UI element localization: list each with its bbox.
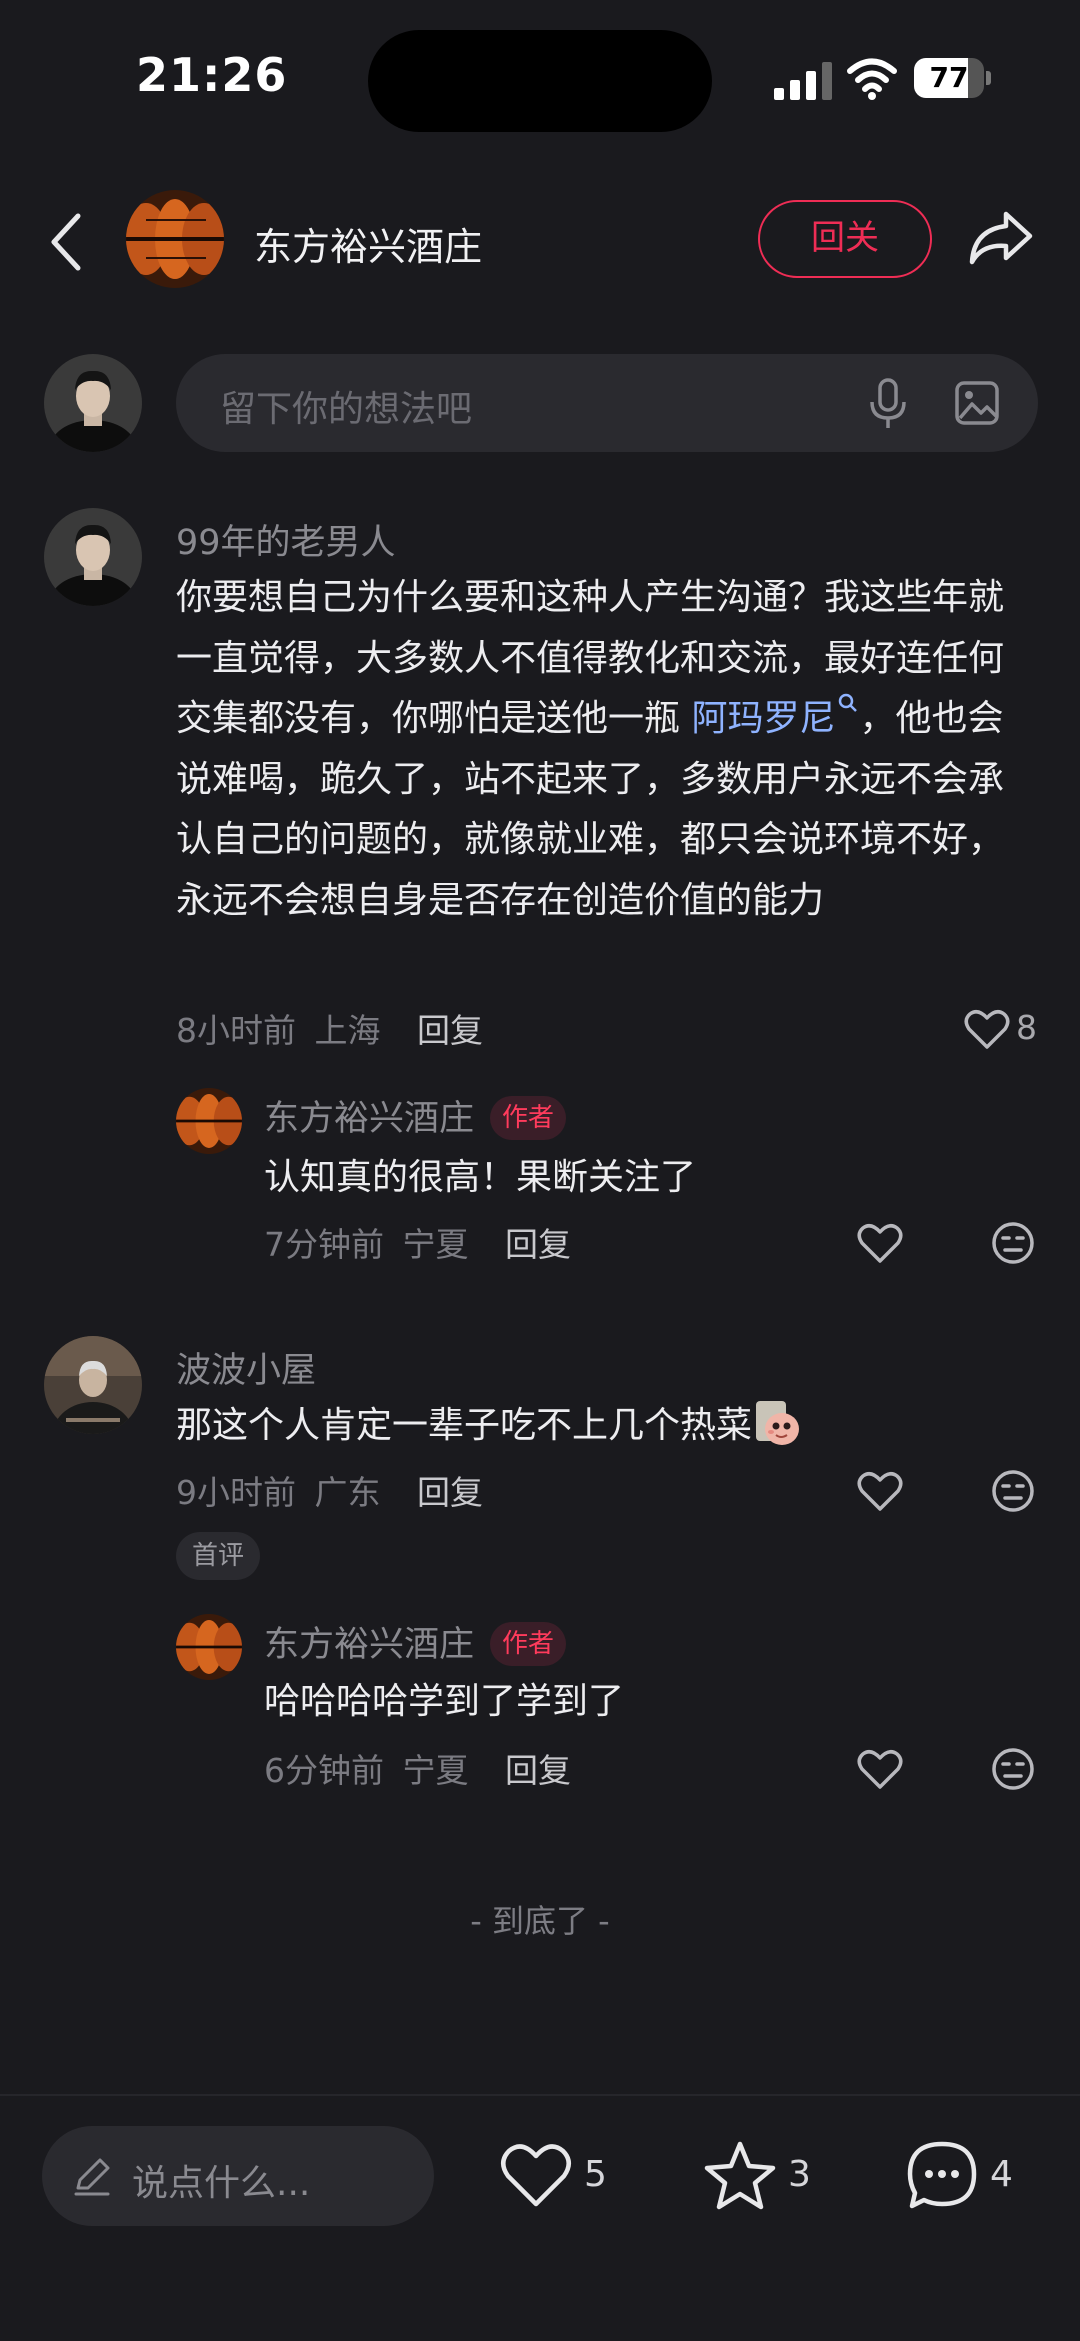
- battery-level: 77: [929, 61, 969, 94]
- follow-back-button[interactable]: 回关: [758, 200, 932, 278]
- post-comment-count: 4: [990, 2154, 1013, 2195]
- reply-username-text[interactable]: 东方裕兴酒庄: [264, 1625, 474, 1665]
- comment-bubble-icon: [907, 2141, 977, 2209]
- reply-location: 宁夏: [402, 1751, 469, 1790]
- reply-username: 东方裕兴酒庄 作者: [264, 1090, 567, 1141]
- end-of-list-text: - 到底了 -: [470, 1902, 610, 1940]
- comment-text: 那这个人肯定一辈子吃不上几个热菜: [176, 1396, 1028, 1457]
- comment-item: 波波小屋 那这个人肯定一辈子吃不上几个热菜 9小时前 广东 回复 首评 东方裕兴…: [0, 1334, 1080, 1794]
- reply-button[interactable]: 回复: [505, 1225, 571, 1264]
- comment-meta: 8小时前 上海 回复: [176, 1004, 483, 1052]
- comment-composer: 留下你的想法吧: [0, 352, 1080, 456]
- dynamic-island: [368, 30, 712, 132]
- author-badge: 作者: [490, 1096, 567, 1140]
- reply-location: 宁夏: [402, 1225, 469, 1264]
- microphone-icon[interactable]: [868, 378, 908, 430]
- reply-time: 6分钟前: [264, 1751, 384, 1790]
- reply-time: 7分钟前: [264, 1225, 384, 1264]
- shop-name[interactable]: 东方裕兴酒庄: [254, 216, 482, 271]
- reply-meta: 6分钟前 宁夏 回复: [264, 1744, 571, 1792]
- comment-username[interactable]: 波波小屋: [176, 1342, 316, 1393]
- reply-username: 东方裕兴酒庄 作者: [264, 1616, 567, 1667]
- user-avatar[interactable]: [44, 1336, 142, 1434]
- like-post-button[interactable]: 5: [496, 2136, 636, 2216]
- like-count: 8: [1016, 1008, 1037, 1047]
- image-icon[interactable]: [954, 380, 1000, 426]
- favorite-post-button[interactable]: 3: [700, 2136, 840, 2216]
- post-like-count: 5: [584, 2154, 607, 2195]
- dislike-face-icon[interactable]: [990, 1220, 1036, 1266]
- like-icon[interactable]: [857, 1470, 903, 1512]
- reply-username-text[interactable]: 东方裕兴酒庄: [264, 1099, 474, 1139]
- comment-input[interactable]: 留下你的想法吧: [176, 354, 1038, 452]
- product-mention-link[interactable]: 阿玛罗尼: [691, 693, 859, 739]
- comment-time: 8小时前: [176, 1011, 296, 1050]
- emoji-sticker: [756, 1401, 800, 1445]
- shop-avatar[interactable]: [126, 190, 224, 288]
- comment-input-placeholder: 留下你的想法吧: [220, 389, 473, 430]
- author-avatar[interactable]: [176, 1088, 242, 1154]
- heart-icon: [501, 2144, 571, 2207]
- author-avatar[interactable]: [176, 1614, 242, 1680]
- post-favorite-count: 3: [788, 2154, 811, 2195]
- comment-username[interactable]: 99年的老男人: [176, 514, 396, 565]
- comment-time: 9小时前: [176, 1473, 296, 1512]
- search-icon: [839, 693, 858, 712]
- author-badge: 作者: [490, 1622, 567, 1666]
- comment-text: 你要想自己为什么要和这种人产生沟通？我这些年就一直觉得，大多数人不值得教化和交流…: [176, 577, 1005, 921]
- reply-button[interactable]: 回复: [417, 1011, 483, 1050]
- bottom-action-bar: 说点什么... 5 3 4: [0, 2094, 1080, 2341]
- battery-icon: 77: [914, 58, 991, 98]
- comment-item: 99年的老男人 你要想自己为什么要和这种人产生沟通？我这些年就一直觉得，大多数人…: [0, 506, 1080, 1266]
- dislike-face-icon[interactable]: [990, 1468, 1036, 1514]
- status-time: 21:26: [136, 48, 288, 102]
- first-comment-badge: 首评: [176, 1532, 261, 1580]
- dislike-face-icon[interactable]: [990, 1746, 1036, 1792]
- comment-post-button[interactable]: 4: [902, 2136, 1042, 2216]
- header: 东方裕兴酒庄 回关: [0, 180, 1080, 300]
- say-something-input[interactable]: 说点什么...: [42, 2126, 434, 2226]
- comment-location: 广东: [314, 1473, 381, 1512]
- reply-button[interactable]: 回复: [417, 1473, 483, 1512]
- comment-location: 上海: [314, 1011, 381, 1050]
- my-avatar[interactable]: [44, 354, 142, 452]
- like-icon[interactable]: [964, 1008, 1010, 1050]
- say-something-placeholder: 说点什么...: [132, 2163, 311, 2204]
- status-bar: 21:26 77: [0, 0, 1080, 160]
- pen-icon: [74, 2158, 110, 2196]
- wifi-icon: [847, 58, 897, 100]
- user-avatar[interactable]: [44, 508, 142, 606]
- signal-icon: [774, 62, 832, 100]
- like-icon[interactable]: [857, 1222, 903, 1264]
- reply-text: 认知真的很高！果断关注了: [264, 1157, 697, 1198]
- star-icon: [704, 2141, 776, 2210]
- back-icon[interactable]: [44, 210, 88, 274]
- reply-text: 哈哈哈哈学到了学到了: [264, 1681, 625, 1722]
- reply-button[interactable]: 回复: [505, 1751, 571, 1790]
- reply-meta: 7分钟前 宁夏 回复: [264, 1218, 571, 1266]
- comment-meta: 9小时前 广东 回复: [176, 1466, 483, 1514]
- like-icon[interactable]: [857, 1748, 903, 1790]
- share-icon[interactable]: [966, 208, 1036, 268]
